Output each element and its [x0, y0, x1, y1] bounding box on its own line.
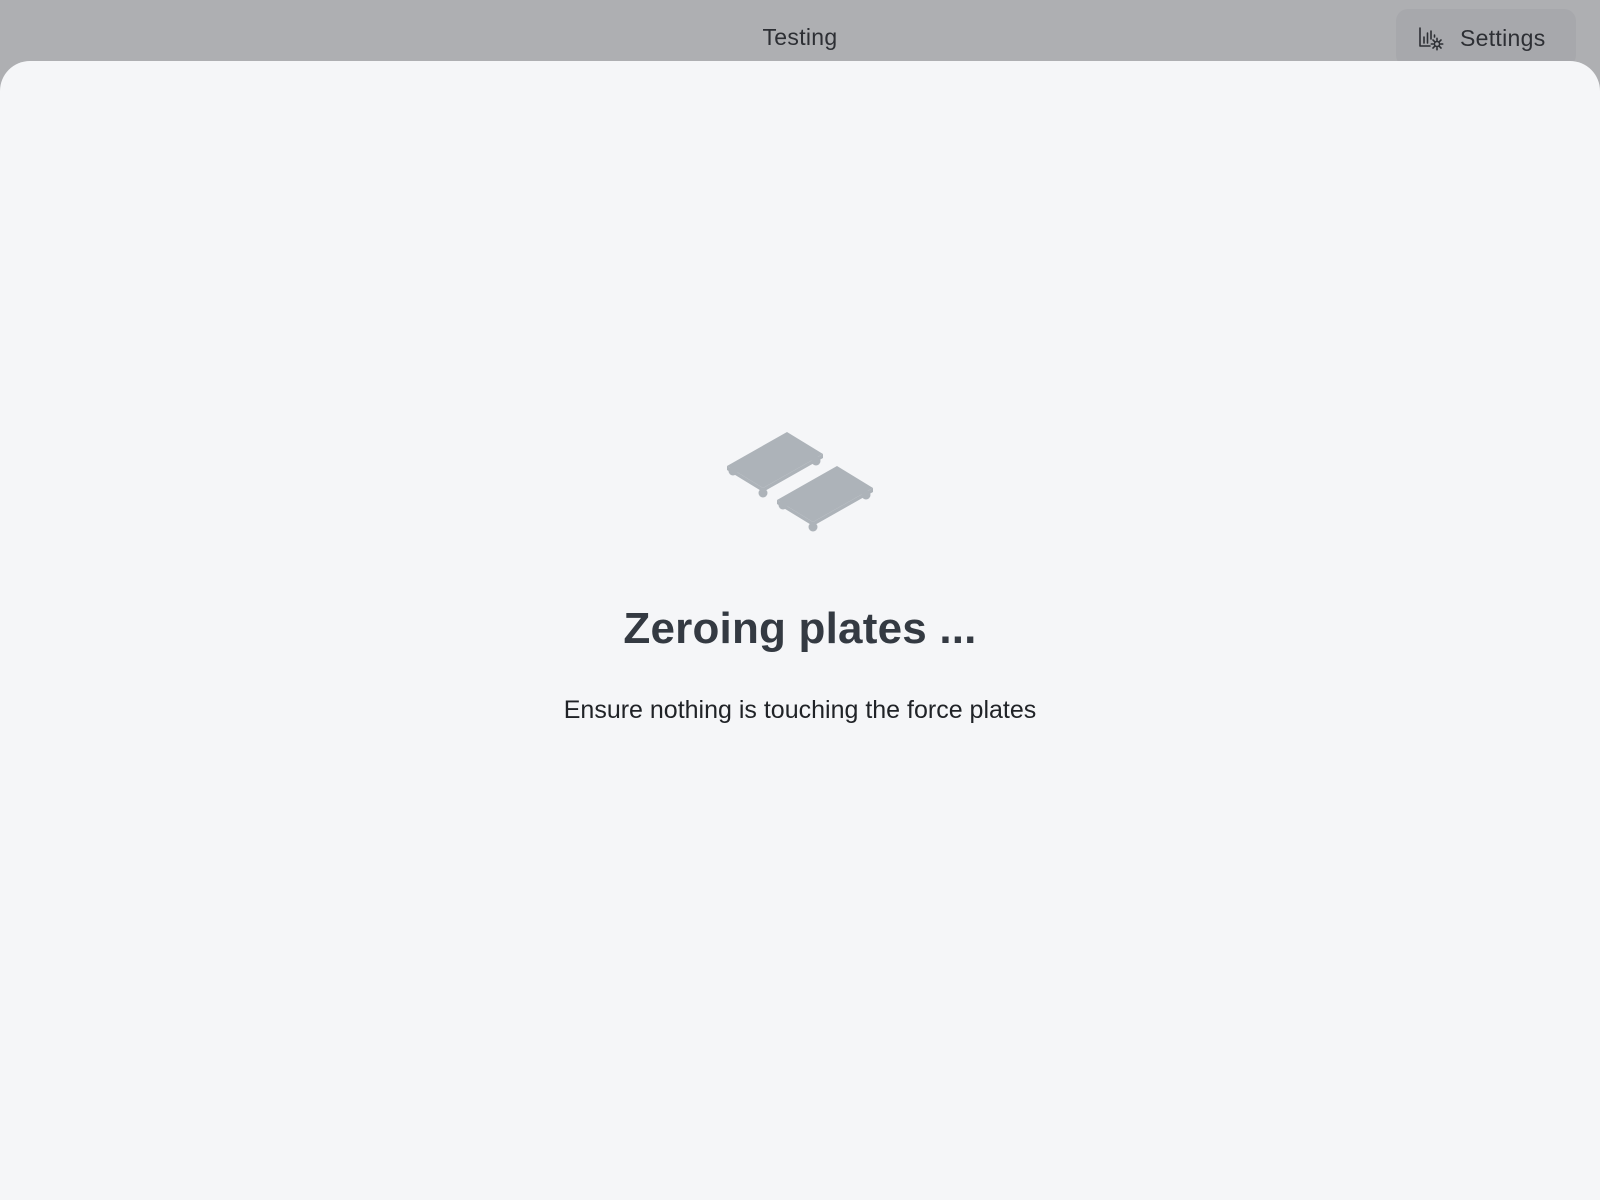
screen-title: Testing	[762, 24, 838, 50]
settings-label: Settings	[1460, 25, 1546, 51]
top-bar: Testing	[0, 0, 1600, 61]
status-instruction: Ensure nothing is touching the force pla…	[563, 696, 1037, 724]
force-plates-icon	[727, 432, 873, 532]
status-headline: Zeroing plates ...	[623, 604, 977, 653]
chart-gear-icon	[1418, 26, 1446, 52]
settings-button[interactable]: Settings	[1396, 9, 1576, 67]
